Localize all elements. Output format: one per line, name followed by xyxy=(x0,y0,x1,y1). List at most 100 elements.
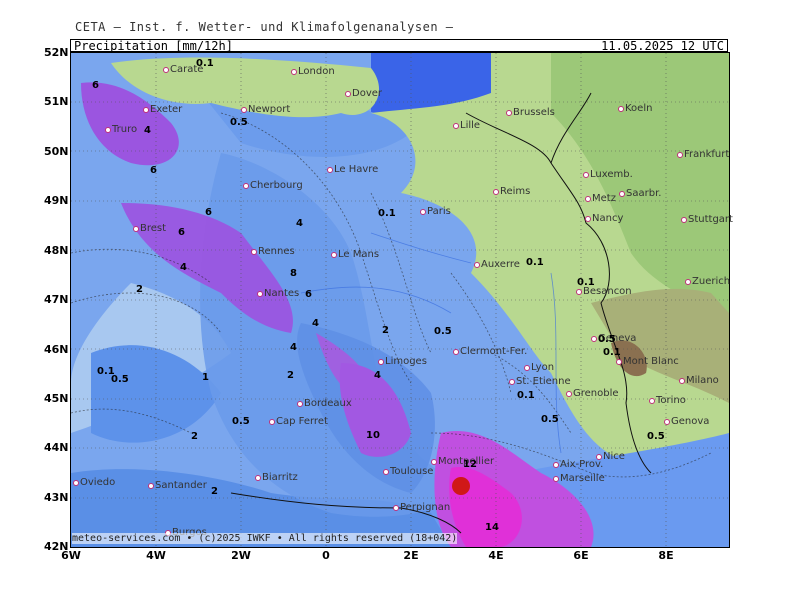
title-bar: Precipitation [mm/12h] 11.05.2025 12 UTC xyxy=(70,39,728,53)
contour-label: 6 xyxy=(150,165,157,176)
lon-label: 4W xyxy=(146,549,166,562)
city-label: Brest xyxy=(132,223,167,234)
city-label: Auxerre xyxy=(474,259,520,270)
city-label: Lille xyxy=(452,120,481,131)
city-label: Grenoble xyxy=(566,388,619,399)
contour-label: 0.5 xyxy=(111,374,129,385)
city-label: Paris xyxy=(420,206,451,217)
lon-label: 2E xyxy=(403,549,419,562)
contour-label: 0.1 xyxy=(378,208,396,219)
city-label: Toulouse xyxy=(382,466,434,477)
contour-label: 6 xyxy=(178,227,185,238)
contour-label: 2 xyxy=(211,486,218,497)
copyright-footer: meteo-services.com • (c)2025 IWKF • All … xyxy=(72,533,458,544)
city-label: Aix-Prov. xyxy=(552,459,604,470)
lat-label: 50N xyxy=(44,145,69,158)
contour-label: 2 xyxy=(136,284,143,295)
contour-label: 4 xyxy=(180,262,187,273)
city-label: Marseille xyxy=(553,473,605,484)
lat-label: 45N xyxy=(44,392,69,405)
city-label: Bordeaux xyxy=(297,398,352,409)
lon-label: 4E xyxy=(488,549,504,562)
contour-label: 6 xyxy=(205,207,212,218)
city-label: Le Havre xyxy=(326,164,379,175)
city-label: Brussels xyxy=(506,107,555,118)
contour-label: 12 xyxy=(463,459,477,470)
contour-label: 2 xyxy=(287,370,294,381)
city-label: Santander xyxy=(148,480,207,491)
contour-label: 0.5 xyxy=(541,414,559,425)
peak-rain-marker xyxy=(452,477,470,495)
lon-label: 8E xyxy=(658,549,674,562)
contour-label: 6 xyxy=(305,289,312,300)
city-label: Newport xyxy=(240,104,291,115)
city-label: Dover xyxy=(345,88,382,99)
city-label: Truro xyxy=(104,124,138,135)
city-label: Le Mans xyxy=(330,249,380,260)
city-label: Genova xyxy=(663,416,710,427)
lon-label: 6E xyxy=(573,549,589,562)
contour-label: 14 xyxy=(485,522,499,533)
city-label: Limoges xyxy=(378,356,427,367)
city-label: Nantes xyxy=(256,288,300,299)
contour-label: 1 xyxy=(202,372,209,383)
contour-label: 0.5 xyxy=(598,334,616,345)
city-label: Cap Ferret xyxy=(269,416,328,427)
contour-label: 8 xyxy=(290,268,297,279)
lon-label: 0 xyxy=(322,549,330,562)
valid-time: 11.05.2025 12 UTC xyxy=(601,39,724,53)
city-label: Milano xyxy=(679,375,719,386)
city-label: Saarbr. xyxy=(618,188,662,199)
city-label: Lyon xyxy=(523,362,555,373)
city-label: St. Etienne xyxy=(509,376,571,387)
lat-label: 44N xyxy=(44,441,69,454)
lat-label: 47N xyxy=(44,293,69,306)
lat-label: 51N xyxy=(44,95,69,108)
lon-label: 2W xyxy=(231,549,251,562)
contour-label: 4 xyxy=(296,218,303,229)
lat-label: 48N xyxy=(44,244,69,257)
city-label: Exeter xyxy=(142,104,183,115)
city-label: Clermont-Fer. xyxy=(452,346,528,357)
contour-label: 0.5 xyxy=(434,326,452,337)
city-label: Frankfurt xyxy=(676,149,730,160)
city-label: Stuttgart xyxy=(681,214,733,225)
contour-label: 0.1 xyxy=(603,347,621,358)
city-label: Biarritz xyxy=(255,472,298,483)
city-label: Koeln xyxy=(617,103,653,114)
contour-label: 2 xyxy=(191,431,198,442)
lat-label: 49N xyxy=(44,194,69,207)
contour-label: 4 xyxy=(374,370,381,381)
city-label: Mont Blanc xyxy=(616,356,679,367)
contour-label: 0.5 xyxy=(232,416,250,427)
contour-label: 10 xyxy=(366,430,380,441)
lat-label: 52N xyxy=(44,46,69,59)
contour-label: 0.1 xyxy=(517,390,535,401)
lon-label: 6W xyxy=(61,549,81,562)
contour-label: 0.1 xyxy=(196,58,214,69)
city-label: Rennes xyxy=(251,246,295,257)
source-header: CETA — Inst. f. Wetter- und Klimafolgena… xyxy=(75,20,454,34)
contour-label: 6 xyxy=(92,80,99,91)
lat-label: 46N xyxy=(44,343,69,356)
city-label: Torino xyxy=(649,395,686,406)
city-label: Cherbourg xyxy=(243,180,303,191)
contour-label: 0.5 xyxy=(230,117,248,128)
contour-label: 4 xyxy=(312,318,319,329)
city-label: Nice xyxy=(596,451,625,462)
variable-title: Precipitation [mm/12h] xyxy=(74,39,233,53)
city-label: Perpignan xyxy=(392,502,451,513)
city-label: Luxemb. xyxy=(583,169,633,180)
city-label: Oviedo xyxy=(72,477,116,488)
lat-label: 43N xyxy=(44,491,69,504)
contour-label: 0.1 xyxy=(577,277,595,288)
city-label: London xyxy=(291,66,335,77)
city-label: Zuerich xyxy=(684,276,731,287)
contour-label: 0.5 xyxy=(647,431,665,442)
city-label: Nancy xyxy=(584,213,624,224)
city-label: Reims xyxy=(492,186,531,197)
contour-label: 4 xyxy=(144,125,151,136)
contour-label: 0.1 xyxy=(526,257,544,268)
contour-label: 2 xyxy=(382,325,389,336)
contour-label: 4 xyxy=(290,342,297,353)
